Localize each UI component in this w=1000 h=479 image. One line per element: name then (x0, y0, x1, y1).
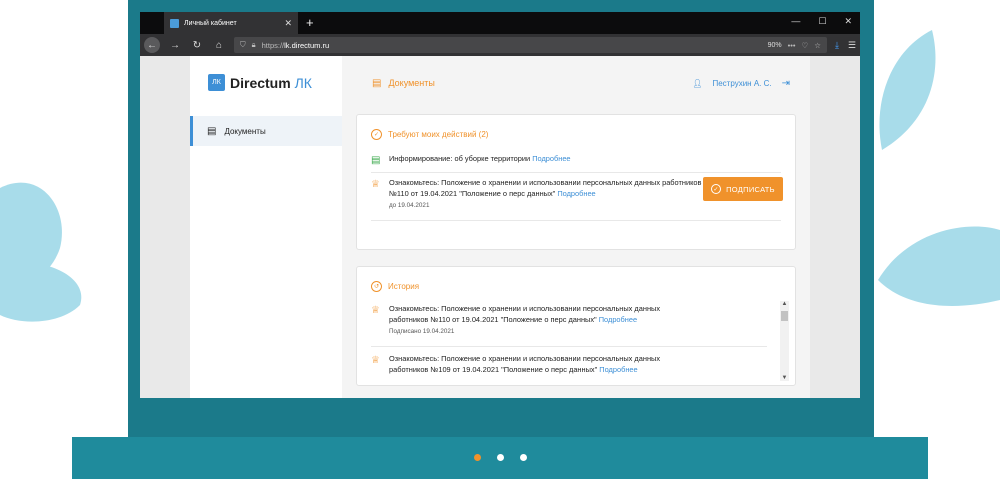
sign-button-label: ПОДПИСАТЬ (726, 184, 775, 194)
document-icon: ▤ (207, 125, 217, 137)
list-item[interactable]: ♕ Ознакомьтесь: Положение о хранении и и… (371, 353, 767, 383)
user-area: 👤︎ Пеструхин А. С. ⇥ (692, 78, 790, 89)
logo[interactable]: ЛК Directum ЛК (190, 56, 342, 91)
back-button[interactable]: ← (144, 37, 160, 53)
item-text: Информирование: об уборке территории (389, 154, 531, 163)
details-link[interactable]: Подробнее (599, 365, 637, 374)
due-date: до 19.04.2021 (389, 202, 430, 210)
item-text: Ознакомьтесь: Положение о хранении и исп… (389, 178, 702, 199)
logo-text: Directum ЛК (230, 75, 312, 91)
reload-button[interactable]: ↻ (190, 40, 204, 51)
main-content: ▤ Документы 👤︎ Пеструхин А. С. ⇥ ✓ Требу… (342, 56, 810, 398)
sidebar: ЛК Directum ЛК ▤ Документы (190, 56, 342, 398)
carousel-dot[interactable] (520, 454, 527, 461)
history-card: ↺ История ♕ Ознакомьтесь: Положение о хр… (356, 266, 796, 386)
url-domain: lk.directum.ru (284, 40, 330, 50)
carousel-dot[interactable] (497, 454, 504, 461)
scroll-down-icon[interactable]: ▼ (780, 375, 789, 381)
details-link[interactable]: Подробнее (599, 315, 637, 324)
favicon-icon (170, 18, 179, 28)
bookmark-star-icon[interactable]: ☆ (814, 41, 821, 50)
history-title-text: История (388, 282, 420, 291)
menu-icon[interactable]: ☰ (848, 40, 856, 51)
more-icon[interactable]: ••• (788, 41, 796, 50)
history-title: ↺ История (357, 267, 795, 292)
page-header: ▤ Документы 👤︎ Пеструхин А. С. ⇥ (342, 56, 810, 110)
scrollbar-thumb[interactable] (781, 311, 788, 321)
shield-icon: ⛉ (240, 40, 246, 49)
pending-card: ✓ Требуют моих действий (2) ▤ Информиров… (356, 114, 796, 250)
list-item[interactable]: ▤ Информирование: об уборке территории П… (371, 153, 781, 173)
logo-main: Directum (230, 74, 291, 91)
tab-bar: Личный кабинет ✕ + — ☐ ✕ (140, 12, 860, 34)
certificate-icon: ♕ (371, 305, 380, 316)
url-text: https://lk.directum.ru (262, 41, 762, 50)
check-circle-icon: ✓ (711, 184, 722, 194)
sidebar-item-documents[interactable]: ▤ Документы (190, 116, 342, 146)
logo-mark: ЛК (208, 74, 225, 91)
browser-window: Личный кабинет ✕ + — ☐ ✕ ← → ↻ ⌂ ⛉ 🔒︎ ht… (140, 12, 860, 398)
page-title: ▤ Документы (372, 78, 435, 89)
nav-bar: ← → ↻ ⌂ ⛉ 🔒︎ https://lk.directum.ru 90% … (140, 34, 860, 56)
toolbar-right: ⤓ ☰ (835, 40, 856, 51)
url-prefix: https:// (261, 40, 285, 50)
pocket-icon[interactable]: ♡ (801, 41, 808, 50)
browser-tab[interactable]: Личный кабинет ✕ (164, 12, 298, 34)
details-link[interactable]: Подробнее (557, 189, 595, 198)
leaf-decoration (0, 262, 82, 322)
scroll-up-icon[interactable]: ▲ (780, 301, 789, 307)
pending-title-text: Требуют моих действий (2) (388, 130, 489, 139)
page: ЛК Directum ЛК ▤ Документы ▤ Документы 👤… (140, 56, 860, 398)
user-name[interactable]: Пеструхин А. С. (712, 79, 771, 88)
list-item-text: Ознакомьтесь: Положение о хранении и исп… (389, 177, 709, 220)
address-bar[interactable]: ⛉ 🔒︎ https://lk.directum.ru 90% ••• ♡ ☆ (234, 37, 827, 53)
user-icon: 👤︎ (692, 78, 703, 88)
document-icon: ▤ (371, 155, 381, 166)
window-controls: — ☐ ✕ (791, 16, 852, 27)
logout-icon[interactable]: ⇥ (782, 78, 790, 89)
logo-suffix: ЛК (294, 74, 312, 91)
carousel-dots (474, 454, 527, 461)
close-window-icon[interactable]: ✕ (844, 16, 852, 27)
download-icon[interactable]: ⤓ (835, 40, 839, 51)
home-button[interactable]: ⌂ (212, 40, 226, 51)
details-link[interactable]: Подробнее (532, 154, 570, 163)
certificate-icon: ♕ (371, 355, 380, 366)
sidebar-item-label: Документы (224, 126, 266, 136)
certificate-icon: ♕ (371, 179, 380, 190)
list-item-text: Ознакомьтесь: Положение о хранении и исп… (389, 303, 689, 346)
maximize-icon[interactable]: ☐ (818, 16, 826, 27)
list-item[interactable]: ♕ Ознакомьтесь: Положение о хранении и и… (371, 303, 767, 347)
history-icon: ↺ (371, 281, 382, 292)
zoom-level[interactable]: 90% (768, 42, 782, 49)
list-item-text: Ознакомьтесь: Положение о хранении и исп… (389, 353, 689, 383)
pending-title: ✓ Требуют моих действий (2) (357, 115, 795, 140)
new-tab-button[interactable]: + (306, 12, 314, 34)
carousel-dot-active[interactable] (474, 454, 481, 461)
scrollbar[interactable]: ▲ ▼ (780, 301, 789, 381)
list-item-text: Информирование: об уборке территории Под… (389, 153, 571, 172)
signed-date: Подписано 19.04.2021 (389, 328, 455, 336)
leaf-decoration (878, 226, 1000, 306)
close-tab-icon[interactable]: ✕ (284, 18, 292, 29)
leaf-decoration (879, 30, 936, 150)
sign-button[interactable]: ✓ ПОДПИСАТЬ (703, 177, 783, 201)
document-icon: ▤ (372, 77, 382, 89)
lock-icon: 🔒︎ (251, 40, 256, 49)
forward-button[interactable]: → (168, 40, 182, 51)
tab-title: Личный кабинет (184, 19, 237, 27)
check-circle-icon: ✓ (371, 129, 382, 140)
minimize-icon[interactable]: — (791, 16, 800, 27)
page-title-text: Документы (388, 78, 435, 88)
